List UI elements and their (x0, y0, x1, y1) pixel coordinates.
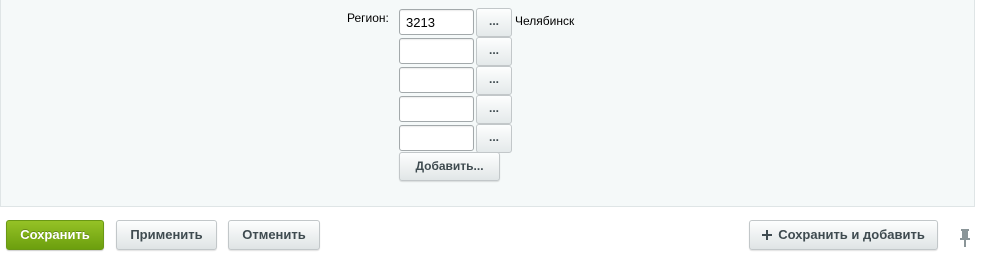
region-browse-button[interactable]: ... (476, 37, 512, 66)
add-region-button[interactable]: Добавить... (399, 152, 500, 181)
pin-icon[interactable] (958, 229, 972, 247)
region-browse-button[interactable]: ... (476, 95, 512, 124)
region-label: Регион: (347, 11, 389, 25)
region-city-name: Челябинск (515, 14, 575, 28)
region-id-input[interactable] (399, 125, 474, 151)
plus-icon (762, 230, 773, 240)
region-id-input[interactable] (399, 67, 474, 93)
save-and-add-button[interactable]: Сохранить и добавить (749, 220, 938, 250)
save-and-add-label: Сохранить и добавить (778, 227, 925, 242)
cancel-button[interactable]: Отменить (228, 220, 320, 250)
apply-button[interactable]: Применить (116, 220, 217, 250)
region-id-input[interactable] (399, 96, 474, 122)
region-browse-button[interactable]: ... (476, 124, 512, 153)
region-id-input[interactable] (399, 38, 474, 64)
region-browse-button[interactable]: ... (476, 8, 512, 37)
form-panel: Регион: ... Челябинск ... ... ... ... До… (0, 0, 975, 207)
region-id-input[interactable] (399, 9, 474, 35)
save-button[interactable]: Сохранить (6, 220, 104, 250)
region-browse-button[interactable]: ... (476, 66, 512, 95)
